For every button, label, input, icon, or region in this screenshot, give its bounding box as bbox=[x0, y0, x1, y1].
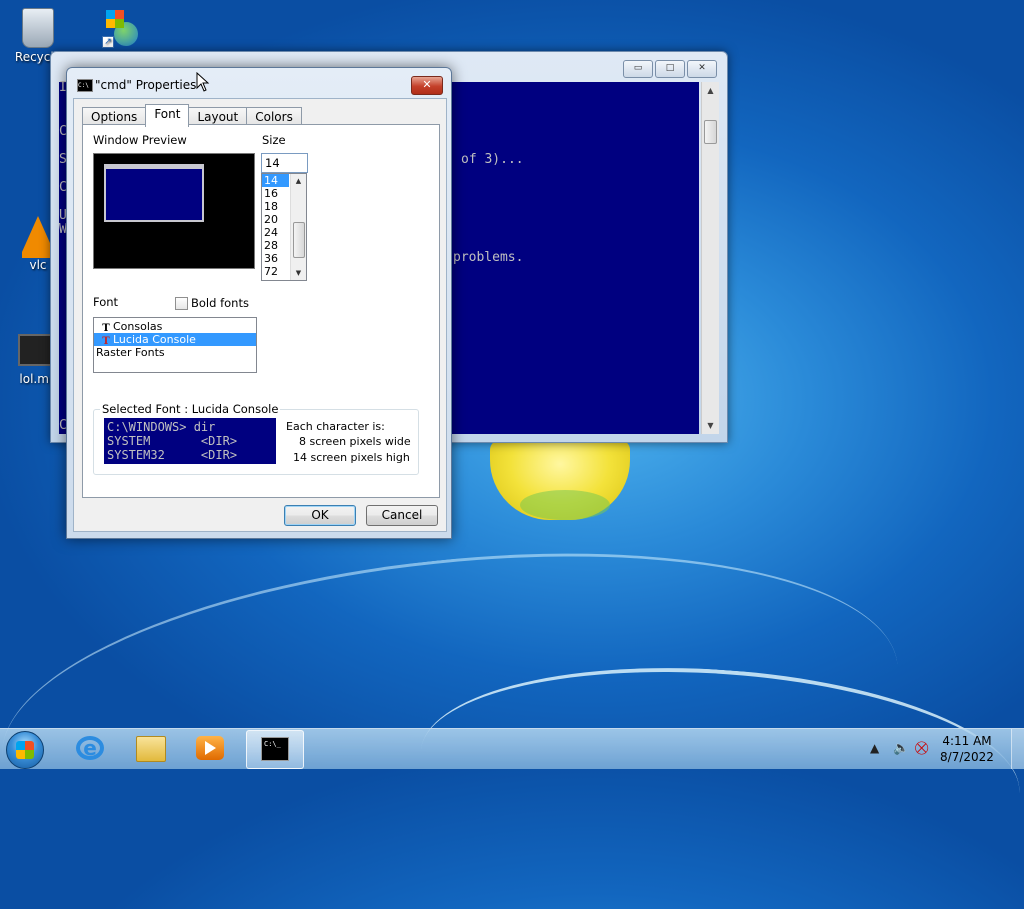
folder-icon bbox=[136, 736, 166, 762]
size-option[interactable]: 16 bbox=[262, 187, 289, 200]
network-error-icon[interactable]: ⛒ bbox=[915, 741, 928, 756]
window-preview bbox=[93, 153, 255, 269]
size-label: Size bbox=[262, 133, 286, 147]
taskbar-media-player[interactable] bbox=[182, 730, 238, 767]
preview-console-window bbox=[104, 164, 204, 222]
each-character-label: Each character is: bbox=[286, 420, 385, 433]
cmd-vertical-scrollbar[interactable]: ▲ ▼ bbox=[701, 82, 719, 434]
scroll-up-arrow-icon[interactable]: ▲ bbox=[291, 174, 306, 188]
selected-font-group: Selected Font : Lucida Console C:\WINDOW… bbox=[93, 402, 419, 475]
tab-font[interactable]: Font bbox=[145, 104, 190, 127]
cancel-button[interactable]: Cancel bbox=[366, 505, 438, 526]
size-option[interactable]: 36 bbox=[262, 252, 289, 265]
windows-globe-icon: ↗ bbox=[100, 8, 140, 48]
windows-logo-icon bbox=[16, 741, 34, 759]
taskbar-cmd[interactable]: C:\_ bbox=[246, 730, 304, 769]
close-button[interactable]: ✕ bbox=[687, 60, 717, 78]
clock-time: 4:11 AM bbox=[942, 734, 992, 748]
size-option[interactable]: 72 bbox=[262, 265, 289, 278]
wallpaper-grass bbox=[520, 490, 610, 520]
command-prompt-icon: C:\_ bbox=[261, 737, 289, 761]
console-text-line: problems. bbox=[453, 250, 524, 265]
size-option[interactable]: 18 bbox=[262, 200, 289, 213]
maximize-button[interactable]: □ bbox=[655, 60, 685, 78]
size-listbox[interactable]: 14 16 18 20 24 28 36 72 ▲ ▼ bbox=[261, 173, 307, 281]
size-list-scrollbar[interactable]: ▲ ▼ bbox=[290, 174, 306, 280]
size-input[interactable]: 14 bbox=[261, 153, 308, 173]
clock-date: 8/7/2022 bbox=[940, 750, 994, 764]
show-hidden-icons-chevron-icon[interactable]: ▲ bbox=[870, 741, 879, 755]
scroll-down-arrow-icon[interactable]: ▼ bbox=[702, 417, 719, 434]
minimize-button[interactable]: ▭ bbox=[623, 60, 653, 78]
scroll-down-arrow-icon[interactable]: ▼ bbox=[291, 266, 306, 280]
scroll-up-arrow-icon[interactable]: ▲ bbox=[702, 82, 719, 99]
start-button[interactable] bbox=[6, 731, 44, 769]
scroll-thumb[interactable] bbox=[293, 222, 305, 258]
size-option[interactable]: 14 bbox=[262, 174, 289, 187]
show-desktop-button[interactable] bbox=[1011, 729, 1024, 769]
size-option[interactable]: 28 bbox=[262, 239, 289, 252]
system-clock[interactable]: 4:11 AM 8/7/2022 bbox=[932, 733, 1002, 765]
font-option[interactable]: T Consolas bbox=[94, 320, 256, 334]
size-option[interactable]: 24 bbox=[262, 226, 289, 239]
font-option[interactable]: Raster Fonts bbox=[94, 346, 256, 359]
console-text-line: of 3)... bbox=[461, 152, 524, 167]
dialog-body: Options Font Layout Colors Window Previe… bbox=[73, 98, 447, 532]
font-listbox[interactable]: T Consolas T Lucida Console Raster Fonts bbox=[93, 317, 257, 373]
font-label: Font bbox=[93, 295, 119, 309]
dialog-title: "cmd" Properties bbox=[95, 78, 197, 92]
scroll-thumb[interactable] bbox=[704, 120, 717, 144]
selected-font-group-title: Selected Font : Lucida Console bbox=[100, 402, 281, 416]
cmd-properties-dialog[interactable]: C:\ "cmd" Properties ✕ Options Font Layo… bbox=[66, 67, 452, 539]
font-option[interactable]: T Lucida Console bbox=[94, 333, 256, 347]
char-height-label: 14 screen pixels high bbox=[293, 451, 410, 464]
recycle-bin-icon bbox=[22, 8, 54, 48]
font-sample-preview: C:\WINDOWS> dir SYSTEM <DIR> SYSTEM32 <DIR… bbox=[104, 418, 276, 464]
console-window-icon: C:\ bbox=[77, 79, 93, 92]
char-width-label: 8 screen pixels wide bbox=[299, 435, 411, 448]
window-preview-label: Window Preview bbox=[93, 133, 187, 147]
media-player-icon bbox=[196, 736, 224, 760]
ok-button[interactable]: OK bbox=[284, 505, 356, 526]
taskbar: e C:\_ ▲ 🔈 ⛒ 4:11 AM 8/7/2022 bbox=[0, 728, 1024, 769]
internet-explorer-icon: e bbox=[76, 736, 104, 760]
bold-fonts-label[interactable]: Bold fonts bbox=[191, 296, 249, 310]
dialog-close-button[interactable]: ✕ bbox=[411, 76, 443, 95]
bold-fonts-checkbox[interactable] bbox=[175, 297, 188, 310]
desktop-icon-windows-app[interactable]: ↗ bbox=[88, 8, 152, 48]
font-tab-panel: Window Preview Size 14 14 16 18 20 24 28… bbox=[82, 124, 440, 498]
size-option[interactable]: 20 bbox=[262, 213, 289, 226]
taskbar-internet-explorer[interactable]: e bbox=[62, 730, 118, 767]
volume-icon[interactable]: 🔈 bbox=[893, 741, 909, 756]
taskbar-explorer[interactable] bbox=[122, 730, 178, 767]
